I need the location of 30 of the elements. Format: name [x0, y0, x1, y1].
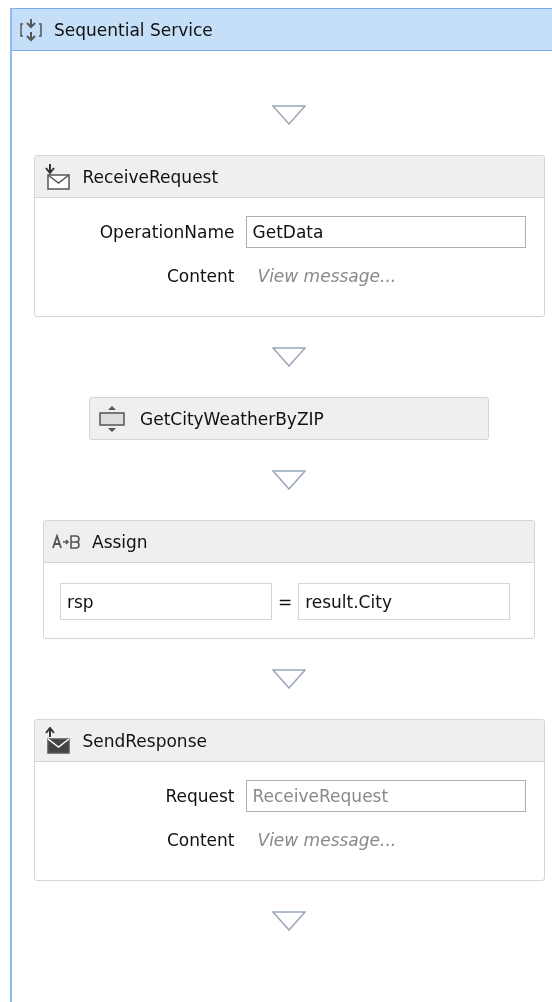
sequence-title: Sequential Service [54, 19, 213, 40]
envelope-down-arrow-icon [42, 162, 71, 191]
field-label: Content [166, 830, 235, 850]
drop-arrow-icon [272, 669, 306, 689]
drop-arrow-icon [272, 470, 306, 490]
drop-arrow-icon [272, 347, 306, 367]
sequence-icon [20, 17, 42, 42]
input-field[interactable]: ReceiveRequest [245, 780, 526, 812]
input-field[interactable]: GetData [245, 216, 526, 248]
view-message-link[interactable]: View message... [245, 266, 526, 286]
view-message-link[interactable]: View message... [245, 830, 526, 850]
field-label: Request [165, 786, 235, 806]
assign-icon [52, 533, 80, 550]
activity-card[interactable]: GetCityWeatherByZIP [89, 397, 489, 440]
activity-title: SendResponse [82, 730, 207, 751]
drop-arrow-icon [272, 105, 306, 125]
field-label: OperationName [99, 222, 235, 242]
activity-title: GetCityWeatherByZIP [140, 408, 324, 429]
field-label: Content [166, 266, 235, 286]
envelope-up-arrow-icon [42, 726, 71, 755]
input-field[interactable]: rsp [60, 583, 272, 620]
equals-sign: = [277, 591, 293, 612]
drop-arrow-icon [272, 911, 306, 931]
activity-card[interactable]: SendResponse Request ReceiveRequest Content View message... [33, 719, 545, 881]
activity-title: ReceiveRequest [82, 166, 219, 187]
activity-card[interactable]: Assign rsp = result.City [43, 520, 535, 639]
activity-card[interactable]: ReceiveRequest OperationName GetData Content View message... [33, 155, 545, 317]
input-field[interactable]: result.City [298, 583, 510, 620]
activity-title: Assign [92, 531, 148, 552]
service-call-icon [98, 404, 126, 433]
